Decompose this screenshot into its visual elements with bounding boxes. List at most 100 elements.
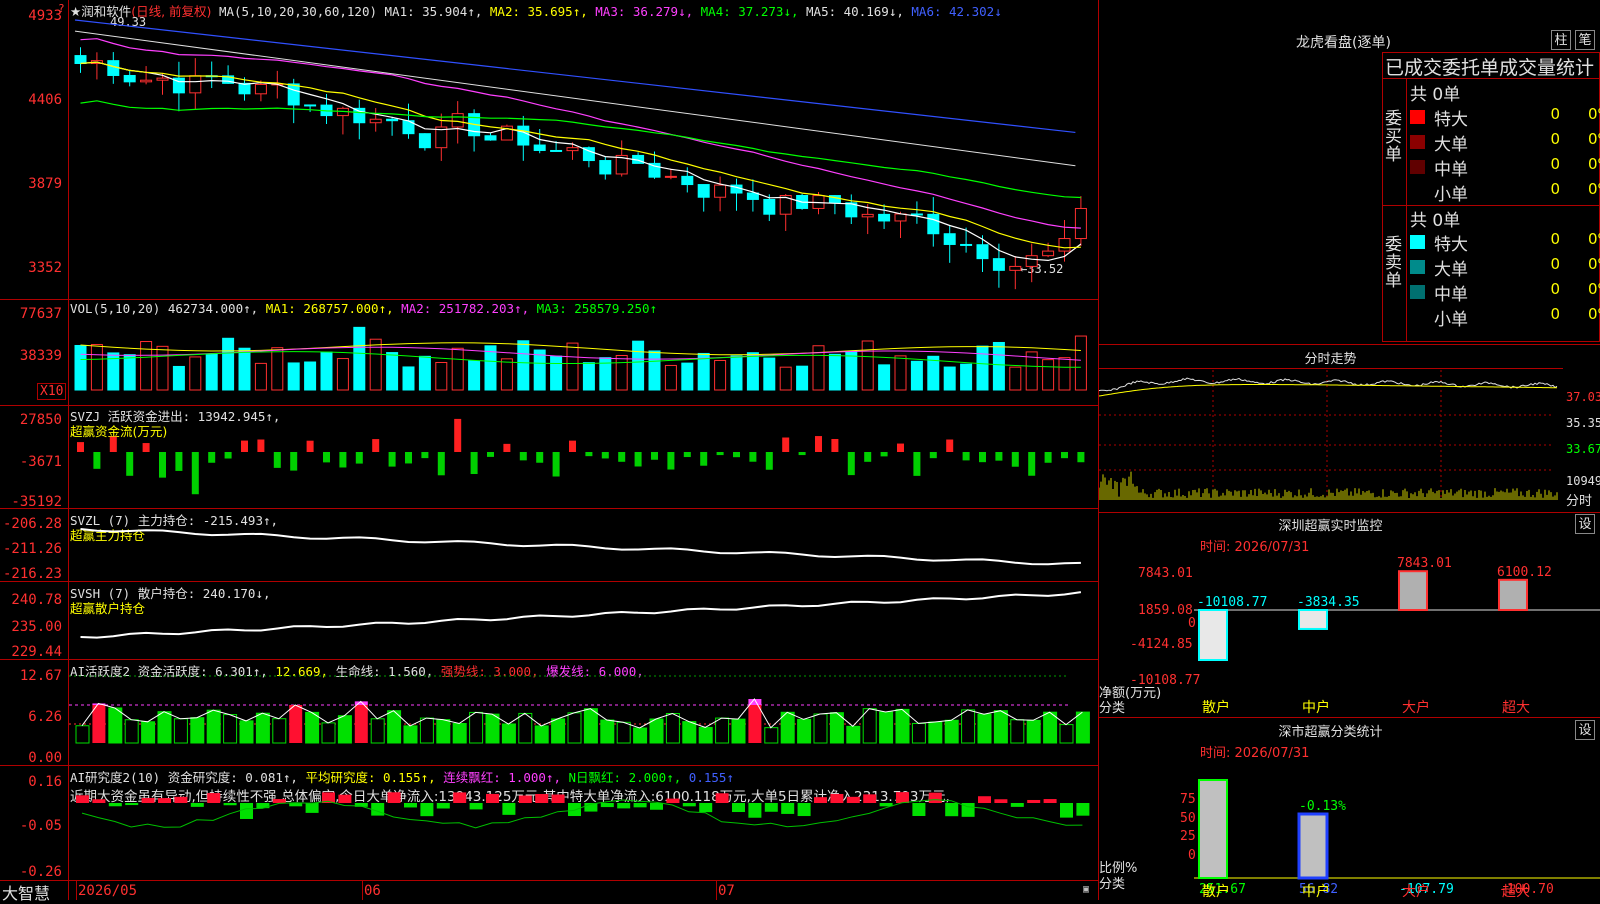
volume-bar xyxy=(255,363,266,390)
volume-bar xyxy=(961,364,972,390)
class-settings-button[interactable]: 设 xyxy=(1575,720,1595,740)
fund-flow-bar xyxy=(438,452,445,475)
fund-flow-bar xyxy=(1077,452,1084,462)
volume-chart[interactable] xyxy=(69,300,1098,405)
volume-bar xyxy=(403,367,414,390)
volume-bar xyxy=(419,356,430,390)
monitor-category: 散户 xyxy=(1202,697,1230,717)
candle xyxy=(895,214,906,221)
candle xyxy=(977,245,988,259)
research-bar xyxy=(338,795,351,803)
activity-bar xyxy=(92,705,105,743)
research-bar xyxy=(420,803,433,816)
class-category: 中户 xyxy=(1302,881,1330,901)
research-bar xyxy=(1011,803,1024,807)
sell-total: 共 0单 xyxy=(1410,206,1460,231)
activity-bar xyxy=(174,719,187,743)
svzl-chart[interactable] xyxy=(69,509,1098,581)
sell-row-s: 小单00% xyxy=(1410,305,1600,329)
volume-bar xyxy=(75,345,86,390)
fund-flow-bar xyxy=(454,419,461,452)
research-bar xyxy=(404,803,417,807)
volume-bar xyxy=(829,354,840,390)
monitor-bar-chart[interactable]: -10108.77-3834.357843.016100.12 xyxy=(1099,530,1600,715)
fund-flow-bar xyxy=(290,452,297,471)
fund-flow-bar xyxy=(175,452,182,471)
candle xyxy=(665,176,676,177)
candle xyxy=(288,84,299,105)
activity-bar xyxy=(535,726,548,743)
research-bar xyxy=(191,803,204,807)
intraday-chart[interactable] xyxy=(1099,370,1564,510)
research-bar xyxy=(76,795,89,803)
fund-flow-bar xyxy=(372,439,379,452)
fund-flow-bar xyxy=(618,452,625,462)
intraday-axis-label: 35.35 xyxy=(1566,416,1600,430)
fund-flow-bar xyxy=(602,452,609,458)
research-bar xyxy=(470,803,483,809)
candle xyxy=(944,234,955,245)
research-bar xyxy=(568,803,581,816)
fund-flow-bar xyxy=(143,443,150,452)
fund-flow-bar xyxy=(1012,452,1019,467)
activity-bar xyxy=(896,709,909,743)
fund-flow-bar xyxy=(766,452,773,470)
research-bar xyxy=(814,797,827,803)
candlestick-chart[interactable] xyxy=(69,0,1098,299)
volume-bar xyxy=(206,354,217,390)
class-bar xyxy=(1199,780,1227,878)
activity-bar xyxy=(584,709,597,743)
ai-active-axis-label: 6.26 xyxy=(0,709,62,725)
fund-flow-bar xyxy=(307,441,314,452)
activity-bar xyxy=(470,712,483,743)
monitor-category: 中户 xyxy=(1302,697,1330,717)
research-bar xyxy=(847,797,860,803)
fund-flow-bar xyxy=(815,436,822,452)
fund-flow-bar xyxy=(635,452,642,466)
research-bar xyxy=(453,792,466,803)
research-bar xyxy=(798,803,811,816)
month-label: 07 xyxy=(718,883,735,899)
candle xyxy=(255,84,266,93)
research-bar xyxy=(699,803,712,812)
activity-bar xyxy=(125,720,138,743)
candle xyxy=(715,185,726,197)
volume-bar xyxy=(469,361,480,390)
volume-bar xyxy=(501,359,512,390)
activity-bar xyxy=(486,714,499,743)
candle xyxy=(698,185,709,198)
bar-mode-button[interactable]: 柱 xyxy=(1551,30,1571,50)
volume-bar xyxy=(993,342,1004,390)
ai-research-chart[interactable] xyxy=(69,766,1098,880)
svsh-chart[interactable] xyxy=(69,582,1098,659)
ai-active-chart[interactable] xyxy=(69,660,1098,765)
tick-mode-button[interactable]: 笔 xyxy=(1575,30,1595,50)
svsh-axis-label: 240.78 xyxy=(0,592,62,608)
svzj-axis-label: -35192 xyxy=(0,494,62,510)
research-bar xyxy=(256,803,269,808)
activity-bar xyxy=(1060,725,1073,743)
fund-flow-bar xyxy=(963,452,970,460)
volume-bar xyxy=(731,356,742,390)
fund-flow-bar xyxy=(930,452,937,458)
lock-icon[interactable]: ▣ xyxy=(1083,884,1089,895)
fund-flow-bar xyxy=(881,452,888,456)
activity-bar xyxy=(748,705,761,743)
ai-research-axis-label: -0.26 xyxy=(0,864,62,880)
activity-bar xyxy=(732,719,745,743)
fund-flow-bar xyxy=(520,452,527,460)
research-bar xyxy=(502,803,515,815)
research-bar xyxy=(683,803,696,806)
candle xyxy=(600,161,611,174)
volume-bar xyxy=(665,365,676,390)
fund-flow-bar xyxy=(569,441,576,452)
class-bar-chart[interactable]: -0.13%251.6756.82-107.79-100.70 xyxy=(1099,760,1600,900)
activity-bar xyxy=(978,714,991,743)
candle xyxy=(1043,251,1054,256)
svsh-axis-label: 235.00 xyxy=(0,619,62,635)
svzj-chart[interactable] xyxy=(69,406,1098,508)
class-time: 时间: 2026/07/31 xyxy=(1200,742,1309,761)
research-bar xyxy=(224,803,237,805)
month-label: 06 xyxy=(364,883,381,899)
fund-flow-bar xyxy=(274,452,281,468)
